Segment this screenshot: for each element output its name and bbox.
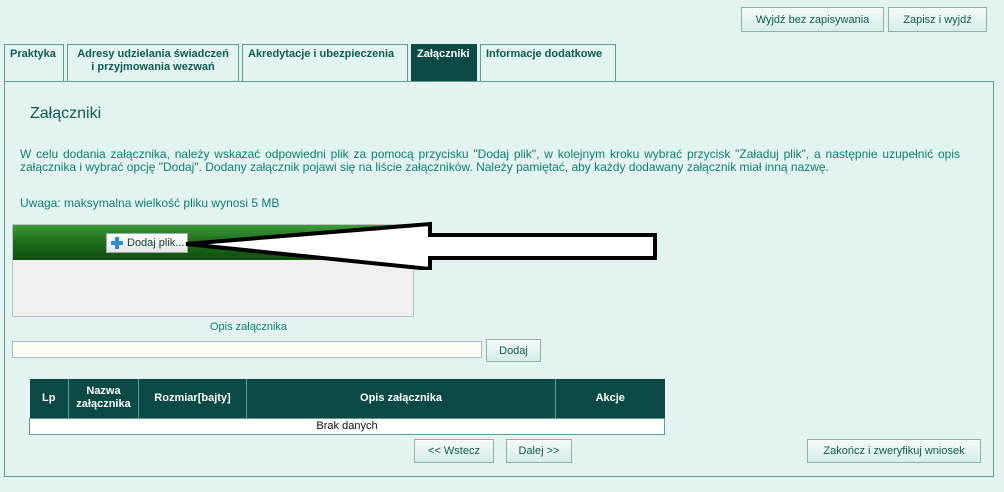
tab-praktyka[interactable]: Praktyka (4, 44, 64, 82)
application-page: Wyjdź bez zapisywania Zapisz i wyjdź Pra… (0, 0, 1004, 492)
tab-akredytacje[interactable]: Akredytacje i ubezpieczenia (242, 44, 408, 82)
tab-label-line2: i przyjmowania wezwań (91, 61, 215, 73)
finish-and-verify-button[interactable]: Zakończ i zweryfikuj wniosek (807, 439, 981, 463)
column-header-actions: Akcje (555, 379, 665, 418)
tab-label: Akredytacje i ubezpieczenia (248, 48, 395, 60)
exit-without-saving-button[interactable]: Wyjdź bez zapisywania (741, 7, 884, 32)
add-file-button[interactable]: Dodaj plik... (106, 233, 188, 253)
tab-adresy[interactable]: Adresy udzielania świadczeń i przyjmowan… (67, 44, 239, 82)
column-header-name: Nazwa załącznika (68, 379, 139, 418)
next-button[interactable]: Dalej >> (506, 439, 572, 463)
tab-label: Informacje dodatkowe (486, 48, 603, 60)
empty-table-message: Brak danych (29, 417, 665, 435)
column-header-size: Rozmiar[bajty] (138, 379, 247, 418)
tab-informacje-dodatkowe[interactable]: Informacje dodatkowe (480, 44, 616, 82)
pointer-arrow-annotation (185, 221, 657, 270)
instructions-text: W celu dodania załącznika, należy wskaza… (20, 147, 960, 174)
column-header-lp: Lp (29, 379, 69, 418)
table-header-row: Lp Nazwa załącznika Rozmiar[bajty] Opis … (29, 379, 665, 418)
file-size-note: Uwaga: maksymalna wielkość pliku wynosi … (20, 196, 280, 210)
attachment-description-input[interactable] (12, 341, 482, 358)
attachments-table: Lp Nazwa załącznika Rozmiar[bajty] Opis … (29, 379, 665, 435)
tab-label-line1: Adresy udzielania świadczeń (77, 48, 229, 60)
tab-label: Praktyka (10, 48, 56, 60)
table-row: Brak danych (29, 417, 665, 435)
attachment-description-label: Opis załącznika (210, 321, 288, 333)
page-title: Załączniki (30, 105, 102, 122)
save-and-exit-button[interactable]: Zapisz i wyjdź (888, 7, 987, 32)
plus-icon (111, 237, 123, 249)
tab-zalaczniki[interactable]: Załączniki (411, 44, 477, 82)
add-file-label: Dodaj plik... (127, 237, 185, 249)
column-header-description: Opis załącznika (246, 379, 556, 418)
back-button[interactable]: << Wstecz (414, 439, 494, 463)
tab-label: Załączniki (417, 48, 470, 60)
add-attachment-button[interactable]: Dodaj (486, 339, 541, 362)
tab-bar: Praktyka Adresy udzielania świadczeń i p… (4, 44, 616, 82)
